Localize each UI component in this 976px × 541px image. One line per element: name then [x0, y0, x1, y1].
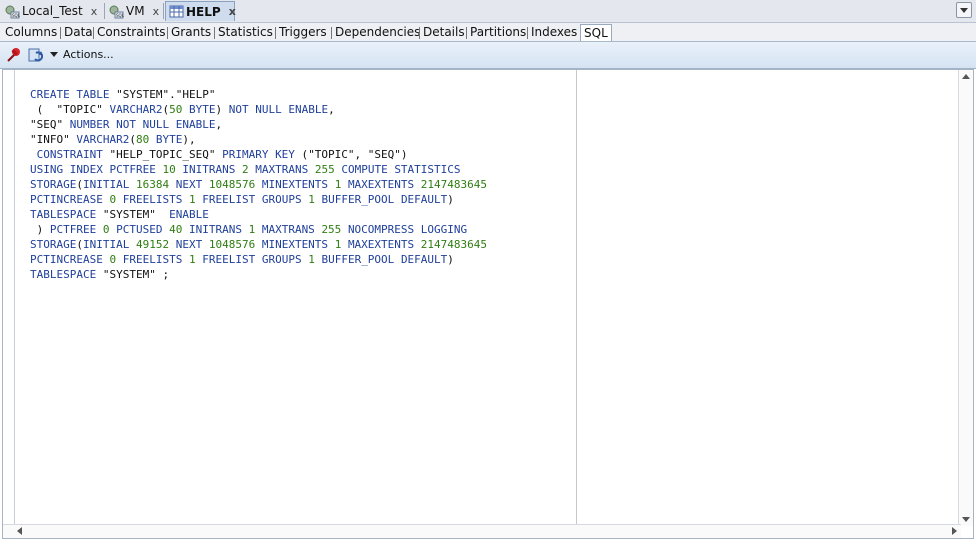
tab-divider — [527, 27, 528, 39]
svg-text:SQL: SQL — [116, 13, 124, 18]
tab-help[interactable]: HELP x — [165, 1, 236, 21]
scroll-up-icon[interactable] — [962, 74, 970, 79]
editor-toolbar: Actions... — [0, 42, 976, 69]
actions-label: Actions... — [63, 48, 114, 61]
tab-divider — [214, 27, 215, 39]
actions-menu-button[interactable]: Actions... — [50, 48, 114, 61]
sql-connection-icon: SQL — [5, 4, 21, 19]
sql-line: TABLESPACE "SYSTEM" ENABLE — [30, 208, 209, 221]
sql-line: PCTINCREASE 0 FREELISTS 1 FREELIST GROUP… — [30, 193, 454, 206]
tab-divider — [167, 27, 168, 39]
sql-line: CONSTRAINT "HELP_TOPIC_SEQ" PRIMARY KEY … — [36, 148, 408, 161]
tab-grants[interactable]: Grants — [171, 24, 211, 41]
tab-dependencies[interactable]: Dependencies — [335, 24, 420, 41]
right-margin-guide — [576, 70, 577, 526]
tab-divider — [419, 27, 420, 39]
svg-text:SQL: SQL — [12, 13, 20, 18]
sql-code-text[interactable]: CREATE TABLE "SYSTEM"."HELP" ( "TOPIC" V… — [30, 87, 487, 282]
tab-divider — [163, 3, 164, 19]
tab-divider — [104, 3, 105, 19]
tab-divider — [93, 27, 94, 39]
tab-label: Local_Test — [22, 4, 83, 18]
sql-line: ) PCTFREE 0 PCTUSED 40 INITRANS 1 MAXTRA… — [30, 223, 468, 236]
tab-columns[interactable]: Columns — [5, 24, 57, 41]
tab-divider — [60, 27, 61, 39]
tab-sql[interactable]: SQL — [580, 24, 612, 41]
tab-vm[interactable]: SQL VM x — [106, 1, 162, 21]
sql-line: CREATE TABLE "SYSTEM"."HELP" — [30, 88, 216, 101]
close-icon[interactable]: x — [229, 5, 236, 18]
refresh-icon[interactable] — [28, 47, 44, 63]
tab-divider — [466, 27, 467, 39]
tab-label: HELP — [186, 4, 221, 19]
horizontal-scrollbar[interactable] — [3, 524, 961, 538]
sql-line: "INFO" VARCHAR2(80 BYTE), — [30, 133, 196, 146]
close-icon[interactable]: x — [91, 5, 98, 18]
scroll-left-icon[interactable] — [17, 527, 22, 535]
sql-line: PCTINCREASE 0 FREELISTS 1 FREELIST GROUP… — [30, 253, 454, 266]
tab-divider — [331, 27, 332, 39]
tab-data[interactable]: Data — [64, 24, 93, 41]
scroll-down-icon[interactable] — [962, 517, 970, 522]
scroll-right-icon[interactable] — [952, 527, 957, 535]
tab-local-test[interactable]: SQL Local_Test x — [2, 1, 102, 21]
sql-line: ( "TOPIC" VARCHAR2(50 BYTE) NOT NULL ENA… — [30, 103, 335, 116]
close-icon[interactable]: x — [153, 5, 160, 18]
tab-constraints[interactable]: Constraints — [97, 24, 165, 41]
tab-label: VM — [126, 4, 145, 18]
tab-statistics[interactable]: Statistics — [218, 24, 273, 41]
chevron-down-icon — [50, 52, 58, 57]
sql-line: "SEQ" NUMBER NOT NULL ENABLE, — [30, 118, 223, 131]
tab-details[interactable]: Details — [423, 24, 465, 41]
tab-partitions[interactable]: Partitions — [470, 24, 526, 41]
table-icon — [169, 4, 184, 19]
sql-line: STORAGE(INITIAL 16384 NEXT 1048576 MINEX… — [30, 178, 488, 191]
editor-gutter — [3, 70, 15, 526]
vertical-scrollbar[interactable] — [958, 70, 973, 526]
tab-list-dropdown-button[interactable] — [956, 2, 972, 18]
sql-connection-icon: SQL — [109, 4, 125, 19]
sql-line: STORAGE(INITIAL 49152 NEXT 1048576 MINEX… — [30, 238, 488, 251]
document-tab-bar: SQL Local_Test x SQL VM x HELP x — [0, 0, 976, 23]
tab-triggers[interactable]: Triggers — [279, 24, 327, 41]
sql-line: TABLESPACE "SYSTEM" ; — [30, 268, 170, 281]
sql-line: USING INDEX PCTFREE 10 INITRANS 2 MAXTRA… — [30, 163, 461, 176]
tab-divider — [275, 27, 276, 39]
tab-indexes[interactable]: Indexes — [531, 24, 577, 41]
sql-editor[interactable]: CREATE TABLE "SYSTEM"."HELP" ( "TOPIC" V… — [2, 69, 974, 539]
pin-icon[interactable] — [6, 47, 22, 63]
object-subtab-bar: Columns Data Constraints Grants Statisti… — [0, 23, 976, 42]
